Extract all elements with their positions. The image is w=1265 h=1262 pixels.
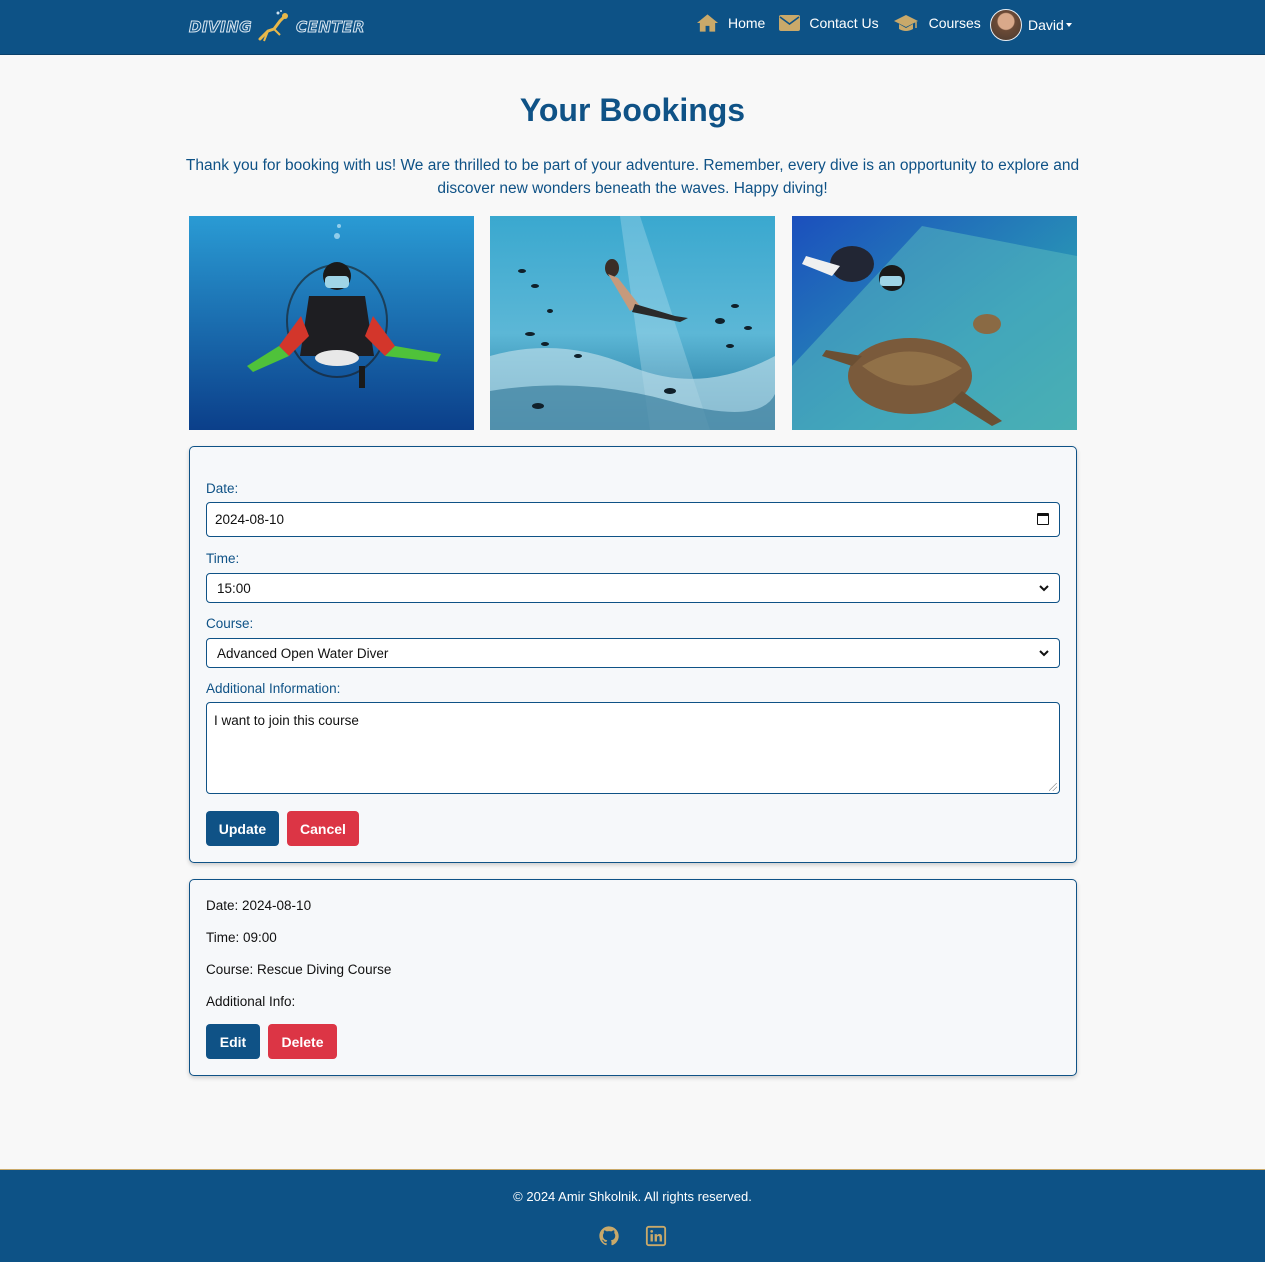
nav-home-link[interactable]: Home <box>696 13 765 33</box>
nav-courses-label: Courses <box>928 14 981 31</box>
nav-courses-link[interactable]: Courses <box>893 13 981 33</box>
cancel-button[interactable]: Cancel <box>287 811 359 846</box>
course-value: Advanced Open Water Diver <box>217 645 389 661</box>
time-select[interactable]: 15:00 <box>206 573 1060 603</box>
logo-text-left: DIVING <box>188 18 253 37</box>
intro-text: Thank you for booking with us! We are th… <box>185 157 1080 197</box>
scuba-diver-photo <box>189 216 474 430</box>
nav-contact-label: Contact Us <box>809 14 879 31</box>
booking-card: Date: 2024-08-10 Time: 09:00 Course: Res… <box>189 879 1077 1076</box>
home-icon <box>696 13 719 32</box>
calendar-icon[interactable] <box>1037 513 1049 525</box>
avatar <box>990 9 1022 41</box>
booking-additional-info: Additional Info: <box>206 994 296 1009</box>
graduation-cap-icon <box>893 14 918 31</box>
date-value: 2024-08-10 <box>215 512 285 527</box>
user-name: David <box>1028 17 1064 33</box>
snorkeler-with-fish-photo <box>490 216 775 430</box>
nav-home-label: Home <box>728 14 766 31</box>
nav-links: Home Contact Us Courses <box>696 0 981 45</box>
user-menu[interactable]: David <box>990 9 1072 41</box>
copyright-text: © 2024 Amir Shkolnik. All rights reserve… <box>513 1189 752 1204</box>
caret-down-icon <box>1065 23 1072 27</box>
footer: © 2024 Amir Shkolnik. All rights reserve… <box>0 1169 1265 1262</box>
additional-info-value: I want to join this course <box>214 713 359 728</box>
additional-info-label: Additional Information: <box>206 681 341 696</box>
chevron-down-icon <box>1039 585 1049 592</box>
diving-center-logo[interactable]: DIVING CENTER <box>188 9 365 45</box>
time-label: Time: <box>206 551 240 566</box>
delete-button[interactable]: Delete <box>268 1024 337 1059</box>
booking-course: Course: Rescue Diving Course <box>206 962 392 977</box>
nav-contact-link[interactable]: Contact Us <box>779 14 879 31</box>
logo-text-right: CENTER <box>296 18 365 37</box>
linkedin-icon[interactable] <box>645 1225 667 1247</box>
course-select[interactable]: Advanced Open Water Diver <box>206 638 1060 668</box>
booking-date: Date: 2024-08-10 <box>206 898 312 913</box>
time-value: 15:00 <box>217 580 251 596</box>
course-label: Course: <box>206 616 254 631</box>
edit-button[interactable]: Edit <box>206 1024 260 1059</box>
booking-edit-form: Date: 2024-08-10 Time: 15:00 Course: Adv… <box>189 446 1077 863</box>
diver-with-turtle-photo <box>792 216 1077 430</box>
resize-handle[interactable] <box>1049 783 1057 791</box>
additional-info-textarea[interactable]: I want to join this course <box>206 702 1060 794</box>
update-button[interactable]: Update <box>206 811 279 846</box>
github-icon[interactable] <box>598 1225 620 1247</box>
diver-logo-icon <box>258 10 289 42</box>
navbar: DIVING CENTER Home Contact Us Courses Da… <box>0 0 1265 55</box>
chevron-down-icon <box>1039 650 1049 657</box>
envelope-icon <box>779 14 801 31</box>
date-input[interactable]: 2024-08-10 <box>206 502 1060 537</box>
page-title: Your Bookings <box>519 92 746 128</box>
booking-time: Time: 09:00 <box>206 930 277 945</box>
date-label: Date: <box>206 481 239 496</box>
